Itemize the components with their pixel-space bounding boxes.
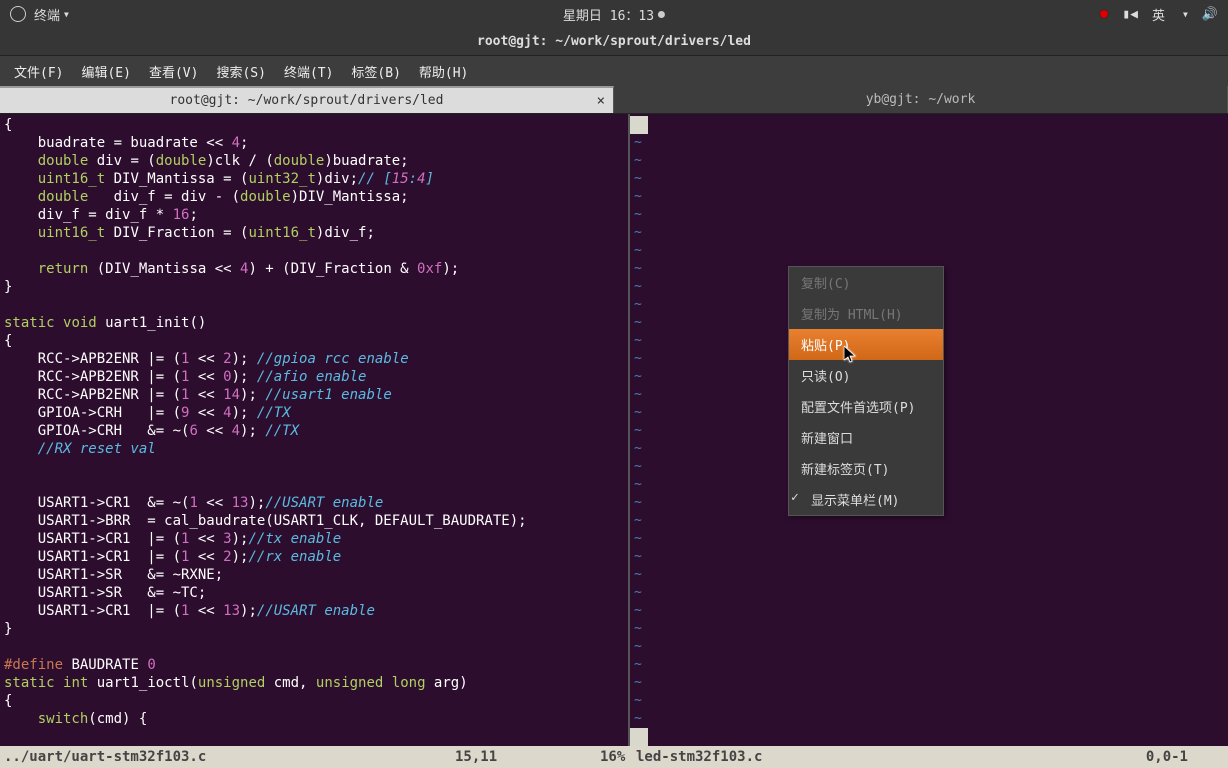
- clock-area[interactable]: 星期日 16：13: [563, 5, 665, 24]
- status-right-pos: 0,0-1: [1146, 749, 1188, 765]
- chevron-down-icon[interactable]: ▼: [1183, 10, 1188, 19]
- window-title-bar: root@gjt: ~/work/sprout/drivers/led: [0, 28, 1228, 56]
- context-menu-label: 新建窗口: [801, 432, 853, 447]
- system-tray: ▮◀ 英 ▼ 🔊: [1100, 5, 1228, 24]
- context-menu-label: 粘贴(P): [801, 339, 850, 354]
- context-menu-item: 复制(C): [789, 267, 943, 298]
- volume-icon[interactable]: 🔊: [1202, 7, 1218, 22]
- context-menu-item[interactable]: 粘贴(P): [789, 329, 943, 360]
- window-title-text: root@gjt: ~/work/sprout/drivers/led: [477, 34, 751, 49]
- tab-title: root@gjt: ~/work/sprout/drivers/led: [170, 93, 444, 108]
- context-menu: 复制(C) 复制为 HTML(H) 粘贴(P) 只读(O) 配置文件首选项(P) 新建窗口…: [788, 266, 944, 516]
- system-top-bar: 终端 ▼ 星期日 16：13 ▮◀ 英 ▼ 🔊: [0, 0, 1228, 28]
- recording-icon[interactable]: [1100, 10, 1108, 18]
- terminal-tab[interactable]: root@gjt: ~/work/sprout/drivers/led ×: [0, 86, 614, 113]
- context-menu-item: 复制为 HTML(H): [789, 298, 943, 329]
- menu-item[interactable]: 帮助(H): [411, 58, 476, 85]
- menu-item[interactable]: 标签(B): [343, 58, 408, 85]
- menu-item[interactable]: 查看(V): [141, 58, 206, 85]
- editor-area: { buadrate = buadrate << 4; double div =…: [0, 114, 1228, 746]
- context-menu-item[interactable]: ✓ 显示菜单栏(M): [789, 484, 943, 515]
- terminal-tab[interactable]: yb@gjt: ~/work: [614, 86, 1228, 113]
- terminal-tabs: root@gjt: ~/work/sprout/drivers/led × yb@g…: [0, 86, 1228, 114]
- context-menu-item[interactable]: 只读(O): [789, 360, 943, 391]
- context-menu-item[interactable]: 新建标签页(T): [789, 453, 943, 484]
- status-right-file: led-stm32f103.c: [636, 749, 762, 765]
- context-menu-label: 只读(O): [801, 370, 850, 385]
- menu-item[interactable]: 搜索(S): [208, 58, 273, 85]
- datetime-text: 星期日 16：13: [563, 5, 654, 24]
- menu-item[interactable]: 终端(T): [276, 58, 341, 85]
- camera-icon[interactable]: ▮◀: [1122, 7, 1138, 22]
- activities-icon[interactable]: [10, 6, 26, 22]
- menu-bar: 文件(F)编辑(E)查看(V)搜索(S)终端(T)标签(B)帮助(H): [0, 56, 1228, 86]
- context-menu-item[interactable]: 配置文件首选项(P): [789, 391, 943, 422]
- context-menu-label: 复制为 HTML(H): [801, 308, 903, 323]
- vim-status-bar: ../uart/uart-stm32f103.c 15,11 16% led-s…: [0, 746, 1228, 768]
- context-menu-label: 配置文件首选项(P): [801, 401, 915, 416]
- notification-dot-icon: [658, 11, 665, 18]
- chevron-down-icon[interactable]: ▼: [64, 10, 69, 19]
- menu-item[interactable]: 编辑(E): [73, 58, 138, 85]
- app-name[interactable]: 终端: [34, 5, 60, 24]
- context-menu-label: 显示菜单栏(M): [811, 494, 899, 509]
- top-bar-left: 终端 ▼: [0, 5, 69, 24]
- status-left-file: ../uart/uart-stm32f103.c: [0, 749, 206, 765]
- context-menu-label: 复制(C): [801, 277, 850, 292]
- close-icon[interactable]: ×: [597, 93, 605, 109]
- empty-line-tildes: ~~~~~~~~~~~~~~~~~~~~~~~~~~~~~~~~~: [630, 114, 648, 728]
- ime-indicator[interactable]: 英: [1152, 5, 1165, 24]
- menu-item[interactable]: 文件(F): [6, 58, 71, 85]
- status-left-pos: 15,11: [455, 749, 497, 765]
- status-left-pct: 16%: [600, 749, 625, 765]
- context-menu-label: 新建标签页(T): [801, 463, 889, 478]
- left-pane[interactable]: { buadrate = buadrate << 4; double div =…: [0, 114, 630, 746]
- check-icon: ✓: [791, 490, 799, 505]
- context-menu-item[interactable]: 新建窗口: [789, 422, 943, 453]
- code-content[interactable]: { buadrate = buadrate << 4; double div =…: [0, 114, 628, 728]
- tab-title: yb@gjt: ~/work: [866, 92, 976, 107]
